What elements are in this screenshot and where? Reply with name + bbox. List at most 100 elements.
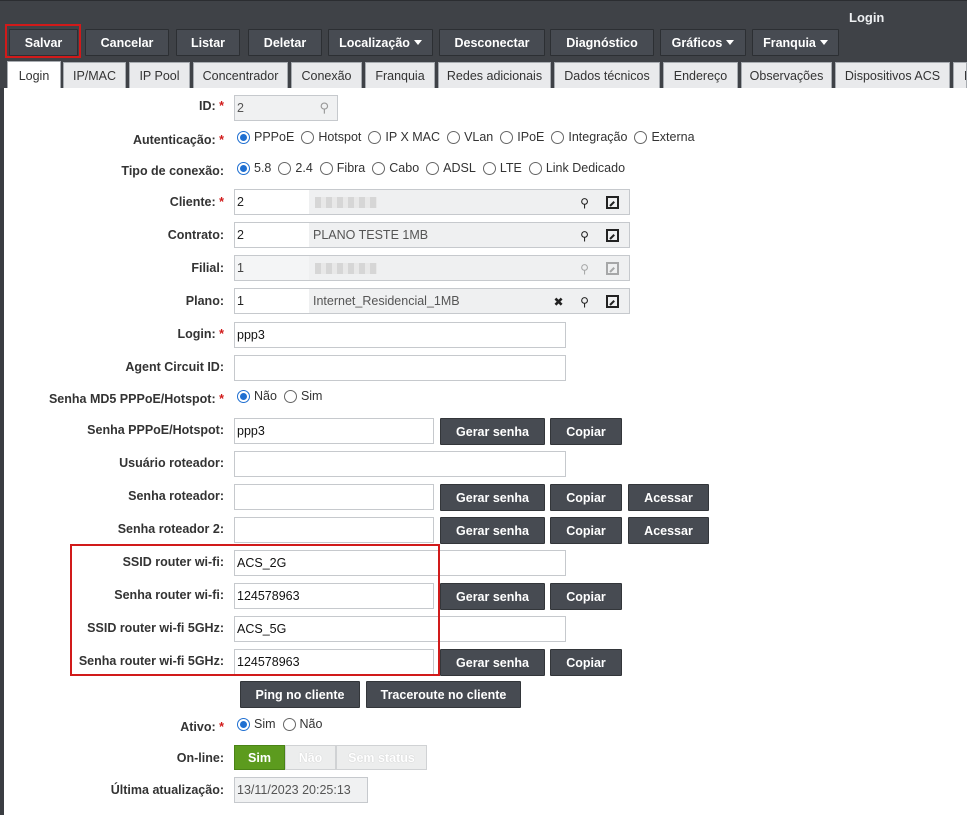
radio-md5-nao[interactable]: Não xyxy=(237,389,277,403)
location-dropdown-label: Localização xyxy=(339,35,410,50)
id-field[interactable]: 2 ⚲ xyxy=(234,95,338,121)
franchise-dropdown-label: Franquia xyxy=(763,35,816,50)
tab-login[interactable]: Login xyxy=(7,61,61,89)
tab-dispositivos-acs[interactable]: Dispositivos ACS xyxy=(835,62,950,88)
radio-5-8[interactable]: 5.8 xyxy=(237,161,271,175)
senha-roteador-2-input[interactable] xyxy=(234,517,434,543)
field-label-cliente: Cliente: * xyxy=(169,195,224,209)
search-icon[interactable]: ⚲ xyxy=(577,195,592,210)
redacted-branch-name xyxy=(315,263,377,274)
charts-dropdown-label: Gráficos xyxy=(671,35,723,50)
field-label-agent-circuit-id: Agent Circuit ID: xyxy=(125,360,224,374)
open-external-icon[interactable] xyxy=(605,294,620,309)
field-label-senha-wifi: Senha router wi-fi: xyxy=(114,588,224,602)
radio-externa[interactable]: Externa xyxy=(634,130,695,144)
field-label-ssid-wifi-5ghz: SSID router wi-fi 5GHz: xyxy=(87,621,224,635)
tab-redes-adicionais[interactable]: Redes adicionais xyxy=(438,62,551,88)
tab-endereco[interactable]: Endereço xyxy=(663,62,738,88)
radio-hotspot[interactable]: Hotspot xyxy=(301,130,361,144)
tab-conexao[interactable]: Conexão xyxy=(291,62,362,88)
franchise-dropdown[interactable]: Franquia xyxy=(752,29,839,56)
usuario-roteador-input[interactable] xyxy=(234,451,566,477)
acessar-roteador-2-button[interactable]: Acessar xyxy=(628,517,709,544)
copiar-senha-roteador-button[interactable]: Copiar xyxy=(550,484,622,511)
copiar-senha-pppoe-button[interactable]: Copiar xyxy=(550,418,622,445)
cancel-button[interactable]: Cancelar xyxy=(85,29,169,56)
gerar-senha-roteador-button[interactable]: Gerar senha xyxy=(440,484,545,511)
search-icon: ⚲ xyxy=(319,100,329,115)
search-icon[interactable]: ⚲ xyxy=(577,228,592,243)
traceroute-button[interactable]: Traceroute no cliente xyxy=(366,681,521,708)
field-label-plano: Plano: xyxy=(185,294,224,308)
radio-vlan[interactable]: VLan xyxy=(447,130,493,144)
open-external-icon[interactable] xyxy=(605,228,620,243)
tab-overflow[interactable]: F xyxy=(953,62,967,88)
field-label-usuario-roteador: Usuário roteador: xyxy=(119,456,224,470)
plano-id-input[interactable]: 1 xyxy=(235,289,309,313)
tab-concentrador[interactable]: Concentrador xyxy=(193,62,288,88)
gerar-senha-wifi-button[interactable]: Gerar senha xyxy=(440,583,545,610)
field-label-tipo-conexao: Tipo de conexão: xyxy=(121,164,224,178)
radio-integracao[interactable]: Integração xyxy=(551,130,627,144)
delete-button[interactable]: Deletar xyxy=(248,29,322,56)
gerar-senha-wifi-5ghz-button[interactable]: Gerar senha xyxy=(440,649,545,676)
search-icon[interactable]: ⚲ xyxy=(577,294,592,309)
radio-ip-x-mac[interactable]: IP X MAC xyxy=(368,130,440,144)
radio-pppoe[interactable]: PPPoE xyxy=(237,130,294,144)
tab-bar: Login IP/MAC IP Pool Concentrador Conexã… xyxy=(0,60,967,89)
copiar-senha-wifi-button[interactable]: Copiar xyxy=(550,583,622,610)
radio-link-dedicado[interactable]: Link Dedicado xyxy=(528,161,625,175)
senha-pppoe-input[interactable]: ppp3 xyxy=(234,418,434,444)
radio-ipoe[interactable]: IPoE xyxy=(500,130,544,144)
ping-button[interactable]: Ping no cliente xyxy=(240,681,360,708)
save-button[interactable]: Salvar xyxy=(9,29,78,56)
ultima-atualizacao-field: 13/11/2023 20:25:13 xyxy=(234,777,368,803)
gerar-senha-roteador-2-button[interactable]: Gerar senha xyxy=(440,517,545,544)
online-sim-segment[interactable]: Sim xyxy=(234,745,285,770)
autenticacao-radio-group: PPPoE Hotspot IP X MAC VLan IPoE Integra… xyxy=(237,130,702,144)
field-label-autenticacao: Autenticação: * xyxy=(132,133,224,147)
diagnostic-button[interactable]: Diagnóstico xyxy=(550,29,654,56)
acessar-roteador-button[interactable]: Acessar xyxy=(628,484,709,511)
tab-observacoes[interactable]: Observações xyxy=(741,62,832,88)
disconnect-button[interactable]: Desconectar xyxy=(439,29,545,56)
radio-md5-sim[interactable]: Sim xyxy=(283,389,322,403)
field-label-ativo: Ativo: * xyxy=(180,720,224,734)
radio-adsl[interactable]: ADSL xyxy=(426,161,476,175)
copiar-senha-wifi-5ghz-button[interactable]: Copiar xyxy=(550,649,622,676)
agent-circuit-id-input[interactable] xyxy=(234,355,566,381)
filial-id-input[interactable]: 1 xyxy=(235,256,309,280)
field-label-online: On-line: xyxy=(176,751,224,765)
field-label-senha-roteador-2: Senha roteador 2: xyxy=(117,522,224,536)
redacted-client-name xyxy=(315,197,377,208)
copiar-senha-roteador-2-button[interactable]: Copiar xyxy=(550,517,622,544)
online-nao-segment[interactable]: Não xyxy=(285,745,336,770)
field-label-login: Login: * xyxy=(177,327,224,341)
field-label-ultima-atualizacao: Última atualização: xyxy=(110,783,224,797)
tab-ip-pool[interactable]: IP Pool xyxy=(129,62,190,88)
caret-down-icon xyxy=(819,40,828,45)
clear-icon[interactable]: ✖ xyxy=(551,294,566,309)
radio-2-4[interactable]: 2.4 xyxy=(278,161,313,175)
online-sem-status-segment[interactable]: Sem status xyxy=(336,745,427,770)
radio-ativo-nao[interactable]: Não xyxy=(282,717,322,731)
gerar-senha-pppoe-button[interactable]: Gerar senha xyxy=(440,418,545,445)
contrato-id-input[interactable]: 2 xyxy=(235,223,309,247)
open-external-icon[interactable] xyxy=(605,195,620,210)
location-dropdown[interactable]: Localização xyxy=(328,29,433,56)
cliente-id-input[interactable]: 2 xyxy=(235,190,309,214)
login-input[interactable]: ppp3 xyxy=(234,322,566,348)
tab-ip-mac[interactable]: IP/MAC xyxy=(63,62,126,88)
senha-roteador-input[interactable] xyxy=(234,484,434,510)
field-label-senha-wifi-5ghz: Senha router wi-fi 5GHz: xyxy=(78,654,224,668)
radio-fibra[interactable]: Fibra xyxy=(319,161,365,175)
radio-ativo-sim[interactable]: Sim xyxy=(237,717,276,731)
field-label-senha-roteador: Senha roteador: xyxy=(128,489,224,503)
list-button[interactable]: Listar xyxy=(176,29,240,56)
tab-dados-tecnicos[interactable]: Dados técnicos xyxy=(554,62,660,88)
radio-cabo[interactable]: Cabo xyxy=(372,161,419,175)
radio-lte[interactable]: LTE xyxy=(482,161,522,175)
charts-dropdown[interactable]: Gráficos xyxy=(660,29,746,56)
plano-lookup: 1 Internet_Residencial_1MB ✖ ⚲ xyxy=(234,288,630,314)
tab-franquia[interactable]: Franquia xyxy=(365,62,435,88)
